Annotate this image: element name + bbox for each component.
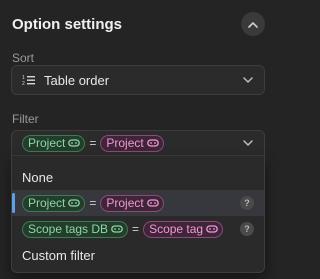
filter-option-project[interactable]: Project = Project ? — [12, 190, 264, 216]
option-label: None — [22, 169, 54, 185]
option-expression: Project = Project — [22, 194, 240, 212]
panel-header: Option settings — [0, 0, 275, 48]
chevron-up-icon — [248, 21, 258, 28]
relation-link-icon — [146, 139, 159, 147]
pill-label: Project — [28, 136, 66, 150]
help-icon[interactable]: ? — [240, 196, 254, 210]
option-label: Custom filter — [22, 247, 95, 263]
pill-label: Scope tag — [149, 222, 204, 236]
value-pill: Project — [100, 194, 164, 212]
equals-operator: = — [89, 136, 97, 150]
filter-label: Filter — [12, 112, 39, 126]
relation-link-icon — [206, 225, 218, 233]
filter-select[interactable]: Project = Project — [11, 130, 265, 156]
pill-label: Scope tags DB — [28, 222, 109, 236]
property-pill: Project — [22, 194, 86, 212]
sort-select[interactable]: 1 2 Table order — [11, 65, 265, 95]
filter-option-scope-tags[interactable]: Scope tags DB = Scope tag ? — [12, 216, 264, 242]
filter-option-custom[interactable]: Custom filter — [12, 242, 264, 268]
equals-operator: = — [89, 196, 97, 210]
value-pill: Project — [100, 134, 164, 152]
value-pill: Scope tag — [143, 220, 224, 238]
pill-label: Project — [106, 196, 144, 210]
property-pill: Scope tags DB — [22, 220, 129, 238]
help-icon[interactable]: ? — [240, 222, 254, 236]
relation-link-icon — [111, 225, 123, 233]
filter-expression: Project = Project — [22, 134, 242, 152]
filter-option-none[interactable]: None — [12, 164, 264, 190]
pill-label: Project — [28, 196, 66, 210]
property-pill: Project — [22, 134, 86, 152]
chevron-down-icon — [242, 74, 254, 86]
chevron-down-icon — [242, 137, 254, 149]
selection-indicator — [12, 193, 15, 213]
collapse-button[interactable] — [241, 12, 265, 36]
option-expression: Scope tags DB = Scope tag — [22, 220, 240, 238]
relation-link-icon — [68, 199, 81, 207]
svg-text:2: 2 — [22, 81, 25, 86]
panel-title: Option settings — [12, 15, 122, 33]
sort-list-icon: 1 2 — [22, 75, 35, 86]
sort-label: Sort — [12, 51, 35, 65]
pill-label: Project — [106, 136, 144, 150]
relation-link-icon — [68, 139, 81, 147]
filter-dropdown-menu: None Project = Project ? Scope tags DB =… — [11, 156, 265, 273]
option-settings-panel: Option settings Sort 1 2 Table order Fil… — [0, 0, 275, 279]
sort-value: Table order — [44, 72, 110, 88]
relation-link-icon — [146, 199, 159, 207]
equals-operator: = — [132, 222, 140, 236]
